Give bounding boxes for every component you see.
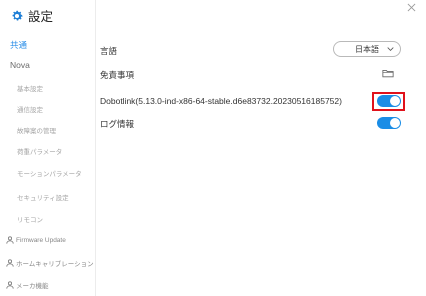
nav-maker-functions[interactable]: メーカ機能 xyxy=(6,280,102,290)
nav-firmware-update-label: Firmware Update xyxy=(16,236,66,244)
dobotlink-toggle[interactable] xyxy=(377,95,401,107)
log-info-toggle[interactable] xyxy=(377,117,401,129)
nav-maker-functions-label: メーカ機能 xyxy=(16,283,49,290)
nav-home-calibration[interactable]: ホームキャリブレーション xyxy=(6,258,102,268)
language-select[interactable]: 日本語 xyxy=(333,41,401,57)
nav-firmware-update[interactable]: Firmware Update xyxy=(6,236,102,244)
toggle-knob xyxy=(390,96,400,106)
nav-motion-parameters[interactable]: モーションパラメータ xyxy=(17,168,113,178)
user-icon xyxy=(6,236,14,244)
settings-title: 設定 xyxy=(10,6,53,25)
dobotlink-label: Dobotlink(5.13.0-ind-x86-64-stable.d6e83… xyxy=(100,96,342,106)
nav-communication-settings[interactable]: 通信設定 xyxy=(17,104,113,114)
language-label: 言語 xyxy=(100,46,118,56)
nav-basic-settings[interactable]: 基本設定 xyxy=(17,83,113,93)
nav-fault-management[interactable]: 故障案の管理 xyxy=(17,125,113,135)
gear-icon xyxy=(12,10,23,20)
user-icon xyxy=(6,281,14,289)
folder-icon[interactable] xyxy=(382,68,394,78)
user-icon xyxy=(6,259,14,267)
log-info-label: ログ情報 xyxy=(100,119,135,129)
settings-sidebar: 設定 共通 Nova 基本設定 通信設定 故障案の管理 荷重パラメータ モーショ… xyxy=(0,0,96,296)
close-icon[interactable] xyxy=(407,3,416,12)
nav-home-calibration-label: ホームキャリブレーション xyxy=(16,261,94,268)
nav-remote-control[interactable]: リモコン xyxy=(17,214,113,224)
toggle-knob xyxy=(390,118,400,128)
nav-nova[interactable]: Nova xyxy=(10,60,106,70)
language-select-value: 日本語 xyxy=(355,44,379,54)
nav-load-parameters[interactable]: 荷重パラメータ xyxy=(17,146,113,156)
chevron-down-icon xyxy=(387,47,394,51)
disclaimer-label: 免責事項 xyxy=(100,70,135,80)
nav-security-settings[interactable]: セキュリティ設定 xyxy=(17,192,113,202)
nav-common[interactable]: 共通 xyxy=(10,39,106,51)
settings-title-text: 設定 xyxy=(28,10,54,24)
